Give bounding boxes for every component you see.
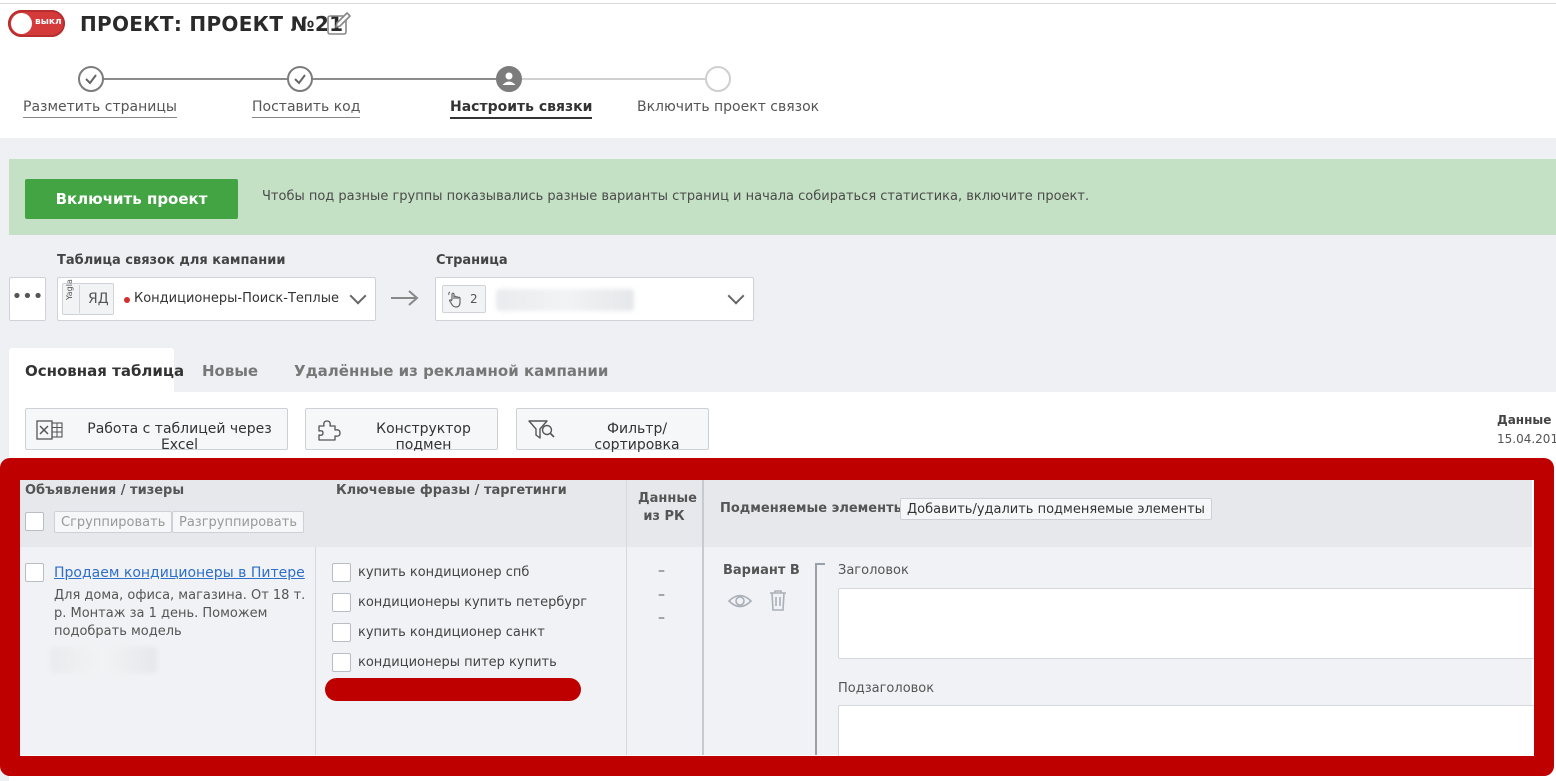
toggle-label: выкл	[35, 17, 62, 27]
header-ads: Объявления / тизеры	[25, 483, 185, 498]
keyword-checkbox-1[interactable]	[332, 563, 351, 582]
select-all-checkbox[interactable]	[25, 512, 44, 531]
step-3-user-icon	[496, 66, 522, 92]
step-2-label[interactable]: Поставить код	[252, 99, 361, 118]
keyword-3: купить кондиционер санкт	[358, 625, 545, 640]
step-4-label[interactable]: Включить проект связок	[637, 99, 819, 117]
step-1-check-icon	[78, 66, 104, 92]
arrow-right-icon	[391, 290, 419, 306]
ad-desc-line1: Для дома, офиса, магазина. От 18 т.	[54, 588, 306, 603]
banner-text: Чтобы под разные группы показывались раз…	[262, 189, 1090, 204]
top-divider	[0, 3, 1556, 4]
page-count: 2	[470, 292, 478, 306]
yd-label: ЯД	[88, 291, 109, 307]
toggle-knob	[11, 13, 32, 34]
excel-icon	[36, 420, 63, 440]
more-button[interactable]: •••	[9, 277, 46, 321]
keyword-checkbox-2[interactable]	[332, 593, 351, 612]
ad-title-link[interactable]: Продаем кондиционеры в Питере	[54, 565, 305, 581]
blurred-ad-url	[50, 647, 157, 673]
filter-search-icon	[528, 420, 555, 439]
blurred-page-name	[496, 289, 634, 311]
add-remove-elements-button[interactable]: Добавить/удалить подменяемые элементы	[900, 498, 1212, 520]
col-divider-2	[626, 480, 627, 755]
filter-sort-button[interactable]: Фильтр/сортировка	[516, 408, 709, 453]
group-button[interactable]: Сгруппировать	[54, 511, 173, 533]
col-divider-1	[315, 547, 316, 755]
title-textarea[interactable]	[838, 588, 1538, 659]
keyword-4: кондиционеры питер купить	[358, 655, 557, 670]
step-1-label[interactable]: Разметить страницы	[23, 99, 177, 118]
variant-bracket	[815, 563, 825, 755]
step-connector-1	[91, 78, 300, 80]
rk-value-3: –	[658, 610, 665, 626]
step-connector-2	[300, 78, 509, 80]
step-4-circle-icon	[705, 66, 731, 92]
subtitle-textarea[interactable]	[838, 705, 1538, 765]
chevron-down-icon	[727, 287, 745, 305]
trash-icon[interactable]	[767, 588, 789, 612]
tab-deleted[interactable]: Удалённые из рекламной кампании	[294, 362, 608, 380]
ad-checkbox[interactable]	[25, 563, 44, 582]
annotation-underline	[325, 678, 581, 701]
tab-main-table[interactable]: Основная таблица	[25, 362, 184, 380]
keyword-checkbox-3[interactable]	[332, 623, 351, 642]
puzzle-icon	[318, 420, 341, 441]
page-label: Страница	[436, 253, 508, 268]
step-connector-3	[509, 78, 718, 80]
col-divider-3	[702, 480, 704, 755]
variant-label: Вариант B	[723, 563, 800, 578]
project-toggle[interactable]: выкл	[8, 10, 65, 37]
header-keywords: Ключевые фразы / таргетинги	[336, 483, 567, 498]
keyword-2: кондиционеры купить петербург	[358, 595, 588, 610]
excel-button[interactable]: Работа с таблицей через Excel	[25, 408, 288, 453]
data-date: 15.04.201	[1497, 432, 1556, 446]
field-title-label: Заголовок	[838, 563, 909, 578]
step-3-label[interactable]: Настроить связки	[450, 99, 593, 119]
page-title: ПРОЕКТ: ПРОЕКТ №21	[80, 12, 344, 36]
page-select[interactable]: 2	[435, 277, 754, 321]
constructor-button[interactable]: Конструктор подмен	[305, 408, 498, 453]
pointer-hand-icon	[448, 291, 461, 308]
edit-icon[interactable]	[326, 11, 352, 37]
tab-new[interactable]: Новые	[202, 362, 258, 380]
chevron-down-icon	[349, 287, 367, 305]
yagla-vertical-label: Yagla	[65, 279, 74, 300]
campaign-value: Кондиционеры-Поиск-Теплые	[134, 291, 339, 306]
ungroup-button[interactable]: Разгруппировать	[172, 511, 305, 533]
step-2-check-icon	[287, 66, 313, 92]
chip-divider	[79, 285, 80, 313]
page-count-badge: 2	[442, 285, 486, 313]
campaign-label: Таблица связок для кампании	[57, 253, 286, 268]
header-rk-line1: Данные	[638, 491, 697, 506]
ad-desc-line3: подобрать модель	[54, 624, 182, 639]
header-rk-line2: из РК	[643, 509, 685, 524]
filter-button-label: Фильтр/сортировка	[594, 421, 680, 453]
constructor-button-label: Конструктор подмен	[376, 421, 471, 453]
campaign-select[interactable]: Yagla ЯД Кондиционеры-Поиск-Теплые	[57, 277, 376, 321]
status-dot-icon	[124, 297, 130, 303]
rk-value-2: –	[658, 587, 665, 603]
enable-project-button[interactable]: Включить проект	[25, 179, 238, 219]
keyword-1: купить кондиционер спб	[358, 565, 530, 580]
eye-icon[interactable]	[727, 590, 753, 612]
keyword-checkbox-4[interactable]	[332, 653, 351, 672]
ad-desc-line2: р. Монтаж за 1 день. Поможем	[54, 606, 268, 621]
field-subtitle-label: Подзаголовок	[838, 681, 935, 696]
excel-button-label: Работа с таблицей через Excel	[87, 421, 272, 453]
rk-value-1: –	[658, 563, 665, 579]
data-label: Данные а	[1497, 413, 1556, 427]
header-elements: Подменяемые элементы	[720, 501, 906, 516]
yagla-yd-badge: Yagla ЯД	[62, 279, 114, 315]
